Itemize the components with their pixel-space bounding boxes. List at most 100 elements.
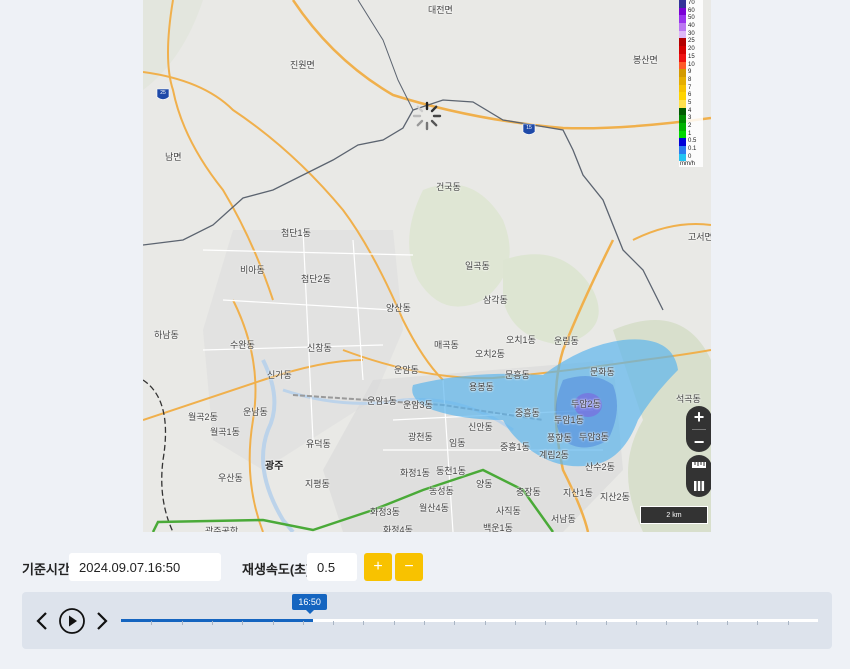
place-label: 지산1동 <box>563 488 593 498</box>
timeline-tick <box>575 621 577 625</box>
place-label: 첨단1동 <box>281 228 311 238</box>
timeline-tick <box>484 621 486 625</box>
legend-swatch <box>679 115 686 123</box>
loading-spinner-icon <box>412 101 442 131</box>
timeline-tick <box>636 621 638 625</box>
layers-icon[interactable] <box>693 480 705 492</box>
place-label: 수완동 <box>230 340 255 350</box>
timeline-tick <box>151 621 153 625</box>
base-time-field[interactable]: 2024.09.07.16:50 <box>69 553 221 581</box>
place-label: 문화동 <box>590 367 615 377</box>
place-label: 용봉동 <box>469 382 494 392</box>
place-label: 진원면 <box>290 60 315 70</box>
highway-shield-label: 15 <box>526 125 532 131</box>
place-label: 운림동 <box>554 336 579 346</box>
place-label: 두암3동 <box>579 432 609 442</box>
place-label: 산수2동 <box>585 462 615 472</box>
place-label: 운암1동 <box>367 396 397 406</box>
timeline-tick <box>363 621 365 625</box>
legend-swatch <box>679 46 686 54</box>
legend-row: 15 <box>679 53 703 62</box>
previous-frame-icon[interactable] <box>34 610 50 632</box>
legend-swatch <box>679 153 686 162</box>
place-label: 광천동 <box>408 432 433 442</box>
place-label: 남면 <box>165 152 182 162</box>
legend-label: 50 <box>688 15 695 22</box>
legend-swatch <box>679 7 686 16</box>
legend-row: 5 <box>679 99 703 108</box>
speed-increase-button[interactable]: + <box>364 553 392 581</box>
place-label: 화정4동 <box>383 525 413 532</box>
speed-label: 재생속도(초) <box>242 562 311 577</box>
legend-swatch <box>679 38 686 47</box>
play-button-icon[interactable] <box>58 607 86 635</box>
legend-label: 25 <box>688 38 695 45</box>
legend-swatch <box>679 76 686 85</box>
legend-row: 30 <box>679 30 703 39</box>
radar-map[interactable]: 대전면 진원면 봉산면 남면 건국동 첨단1동 비아동 첨단2동 일곡동 삼각동 양산동 고서면 하남동… <box>143 0 711 532</box>
place-label: 오치2동 <box>475 349 505 359</box>
legend-row: 2 <box>679 123 703 131</box>
legend-label: 40 <box>688 23 695 30</box>
place-label: 화정3동 <box>370 507 400 517</box>
ruler-icon[interactable] <box>691 460 707 470</box>
speed-decrease-button[interactable]: − <box>395 553 423 581</box>
place-label: 서남동 <box>551 514 576 524</box>
legend-label: 6 <box>688 92 692 99</box>
zoom-in-button[interactable]: + <box>694 408 705 426</box>
scale-bar: 2 km <box>640 506 708 524</box>
place-label: 임동 <box>449 438 466 448</box>
legend-swatch <box>679 138 686 147</box>
place-label: 유덕동 <box>306 439 331 449</box>
timeline-tick <box>605 621 607 625</box>
timeline-tick <box>302 621 304 625</box>
legend-swatch <box>679 107 686 116</box>
legend-row: 70 <box>679 0 703 8</box>
timeline-tick <box>514 621 516 625</box>
place-label: 운암동 <box>394 365 419 375</box>
speed-field[interactable]: 0.5 <box>307 553 357 581</box>
place-label: 중흥1동 <box>500 442 530 452</box>
place-label: 지산2동 <box>600 492 630 502</box>
place-label: 일곡동 <box>465 261 490 271</box>
place-label: 풍향동 <box>547 433 572 443</box>
legend-unit: mm/h <box>680 161 695 168</box>
legend-label: 3 <box>688 115 692 122</box>
place-label: 화정1동 <box>400 468 430 478</box>
legend-swatch <box>679 146 686 154</box>
terrain-patch <box>409 184 510 307</box>
place-label: 석곡동 <box>676 394 701 404</box>
timeline-tick <box>454 621 456 625</box>
zoom-out-button[interactable]: − <box>694 433 705 451</box>
legend-label: 0 <box>688 153 692 160</box>
legend-row: 3 <box>679 115 703 123</box>
timeline-tick <box>272 621 274 625</box>
place-label: 두암2동 <box>571 399 601 409</box>
legend-swatch <box>679 53 686 62</box>
map-tools <box>686 455 711 497</box>
place-label: 삼각동 <box>483 295 508 305</box>
map-base-layer <box>143 0 711 532</box>
legend-swatch <box>679 0 686 8</box>
legend-swatch <box>679 92 686 100</box>
legend-row: 50 <box>679 15 703 24</box>
legend-label: 60 <box>688 7 695 14</box>
place-label: 대전면 <box>428 5 453 15</box>
legend-swatch <box>679 123 686 131</box>
legend-row: 0.1 <box>679 146 703 154</box>
legend-label: 9 <box>688 69 692 76</box>
legend-label: 15 <box>688 53 695 60</box>
legend-row: 20 <box>679 46 703 54</box>
place-label: 농성동 <box>429 486 454 496</box>
place-label: 봉산면 <box>633 55 658 65</box>
legend-swatch <box>679 84 686 93</box>
timeline-track[interactable] <box>121 619 818 622</box>
timeline-tick <box>666 621 668 625</box>
next-frame-icon[interactable] <box>94 610 110 632</box>
legend-row: 25 <box>679 38 703 47</box>
place-label: 양동 <box>476 479 493 489</box>
legend-swatch <box>679 69 686 77</box>
legend-label: 0.5 <box>688 138 697 145</box>
place-label: 월산4동 <box>419 503 449 513</box>
legend-swatch <box>679 61 686 70</box>
